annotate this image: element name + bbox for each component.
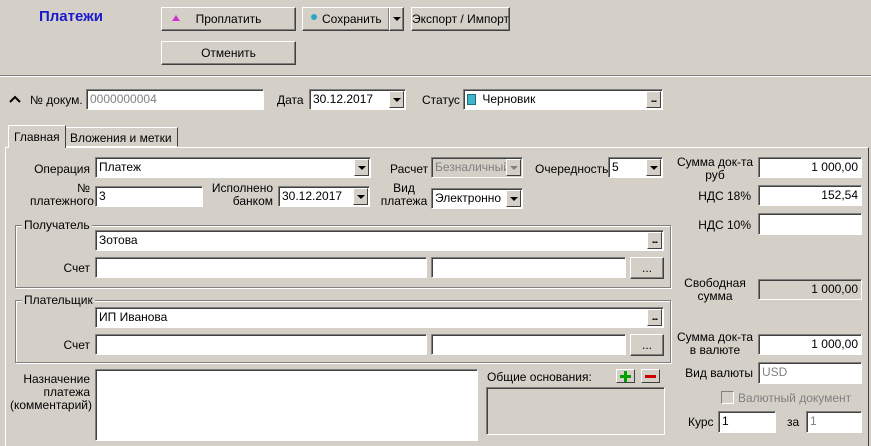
export-import-button[interactable]: Экспорт / Импорт (411, 7, 510, 31)
payer-name-input[interactable]: ИП Иванова ... (95, 307, 664, 328)
cancel-button[interactable]: Отменить (161, 41, 296, 65)
doc-number-label: № докум. (30, 93, 83, 107)
for-input[interactable]: 1 (806, 411, 862, 433)
currency-doc-checkbox[interactable] (721, 391, 734, 404)
currency-sum-label: Сумма док-та в валюте (677, 330, 753, 357)
status-select[interactable]: Черновик ... (463, 89, 663, 110)
collapse-icon[interactable] (9, 93, 21, 103)
chevron-down-icon (509, 165, 518, 170)
currency-kind-label: Вид валюты (685, 366, 753, 380)
payer-account-input[interactable] (95, 334, 427, 355)
pay-button[interactable]: Проплатить (161, 7, 296, 31)
executed-date-picker[interactable]: 30.12.2017 (278, 186, 370, 207)
calc-select[interactable]: Безналичный (431, 157, 523, 178)
common-grounds-label: Общие основания: (487, 370, 592, 384)
calc-dropdown-button[interactable] (506, 159, 521, 176)
rate-label: Курс (688, 415, 714, 429)
recipient-bank-input[interactable] (431, 257, 626, 278)
operation-select[interactable]: Платеж (95, 157, 371, 178)
date-label: Дата (277, 93, 304, 107)
chevron-down-icon (356, 194, 365, 199)
payment-kind-select[interactable]: Электронно (431, 188, 523, 209)
vat18-input[interactable]: 152,54 (758, 185, 862, 206)
pay-icon (172, 15, 180, 21)
doc-number-input[interactable]: 0000000004 (86, 89, 264, 110)
doc-sum-input[interactable]: 1 000,00 (758, 157, 862, 178)
tab-main[interactable]: Главная (8, 125, 66, 148)
for-label: за (787, 415, 800, 429)
free-sum-label: Свободная сумма (684, 276, 746, 303)
payer-bank-input[interactable] (431, 334, 626, 355)
operation-label: Операция (34, 162, 90, 176)
date-dropdown-button[interactable] (389, 91, 404, 108)
chevron-down-icon (649, 165, 658, 170)
status-browse-button[interactable]: ... (646, 91, 661, 108)
chevron-down-icon (357, 165, 366, 170)
page-title: Платежи (39, 8, 103, 25)
vat18-label: НДС 18% (698, 189, 751, 203)
purpose-label: Назначение платежа (комментарий) (10, 372, 92, 412)
payment-number-input[interactable]: 3 (95, 186, 203, 207)
priority-dropdown-button[interactable] (646, 159, 661, 176)
currency-sum-input[interactable]: 1 000,00 (758, 334, 862, 355)
operation-dropdown-button[interactable] (354, 159, 369, 176)
recipient-account-browse-button[interactable]: ... (630, 257, 664, 279)
add-ground-button[interactable] (616, 369, 635, 383)
recipient-name-input[interactable]: Зотова ... (95, 230, 664, 251)
vat10-input[interactable] (758, 213, 862, 235)
rate-input[interactable]: 1 (718, 411, 776, 433)
plus-icon (620, 370, 631, 382)
toolbar-divider (0, 75, 871, 77)
calc-label: Расчет (390, 162, 429, 176)
save-button[interactable]: Сохранить (302, 7, 390, 31)
payer-account-label: Счет (63, 338, 90, 352)
recipient-account-input[interactable] (95, 257, 427, 278)
payment-kind-label: Вид платежа (380, 181, 428, 208)
save-icon (311, 14, 317, 20)
free-sum-value: 1 000,00 (758, 279, 862, 300)
vat10-label: НДС 10% (698, 218, 751, 232)
date-picker[interactable]: 30.12.2017 (309, 89, 406, 110)
recipient-account-label: Счет (63, 261, 90, 275)
currency-kind-input[interactable]: USD (758, 362, 862, 384)
doc-sum-label: Сумма док-та руб (677, 155, 753, 182)
status-label: Статус (422, 93, 460, 107)
chevron-down-icon (392, 17, 401, 21)
save-dropdown-button[interactable] (389, 7, 404, 31)
draft-icon (467, 94, 476, 105)
tab-attachments[interactable]: Вложения и метки (64, 127, 178, 147)
executed-date-dropdown-button[interactable] (353, 188, 368, 205)
payment-kind-dropdown-button[interactable] (506, 190, 521, 207)
payer-group-title: Плательщик (22, 293, 95, 307)
chevron-down-icon (509, 196, 518, 201)
priority-label: Очередность (535, 162, 609, 176)
payer-browse-button[interactable]: ... (647, 309, 662, 326)
currency-doc-label: Валютный документ (738, 391, 852, 405)
purpose-textarea[interactable] (95, 369, 478, 441)
payer-account-browse-button[interactable]: ... (630, 334, 664, 356)
remove-ground-button[interactable] (641, 369, 660, 383)
minus-icon (645, 374, 656, 378)
recipient-browse-button[interactable]: ... (647, 232, 662, 249)
chevron-down-icon (392, 97, 401, 102)
common-grounds-list[interactable] (486, 387, 665, 435)
payment-number-label: № платежного (30, 181, 94, 208)
priority-select[interactable]: 5 (608, 157, 663, 178)
executed-by-bank-label: Исполнено банком (211, 181, 273, 208)
recipient-group-title: Получатель (22, 218, 92, 232)
